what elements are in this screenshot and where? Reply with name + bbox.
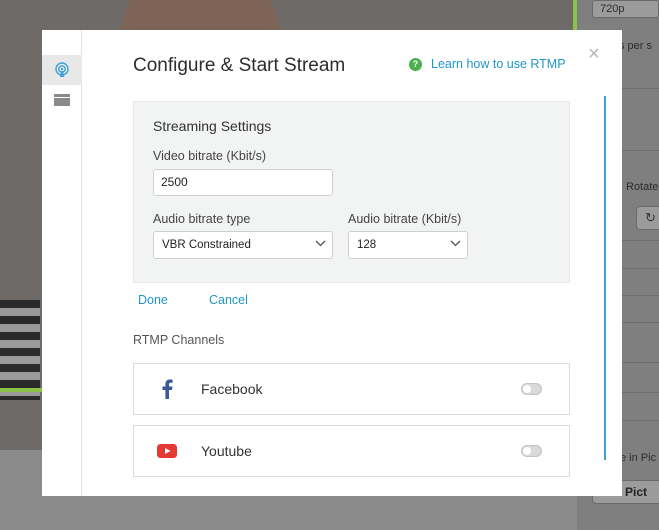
audio-bitrate-value: 128	[357, 239, 377, 251]
video-bitrate-label: Video bitrate (Kbit/s)	[153, 149, 267, 163]
rotate-icon: ↻	[645, 210, 656, 225]
question-circle-icon: ?	[409, 57, 422, 71]
dialog-title: Configure & Start Stream	[133, 55, 346, 76]
channel-name: Youtube	[201, 443, 252, 459]
sidebar-item-stream[interactable]	[42, 55, 82, 85]
per-sec-label: s per s	[619, 40, 653, 52]
facebook-icon	[154, 378, 180, 400]
video-bitrate-input[interactable]: 2500	[153, 169, 333, 196]
selection-border	[0, 388, 42, 392]
channel-name: Facebook	[201, 381, 263, 397]
rtmp-section-title: RTMP Channels	[133, 333, 225, 347]
chevron-down-icon	[450, 240, 461, 247]
youtube-toggle[interactable]	[521, 445, 542, 457]
channel-youtube: Youtube	[133, 425, 570, 477]
sidebar-item-media[interactable]	[42, 85, 82, 115]
audio-type-value: VBR Constrained	[162, 239, 251, 251]
done-button[interactable]: Done	[138, 293, 168, 307]
stream-dialog: Configure & Start Stream ? Learn how to …	[42, 30, 622, 496]
rotate-button[interactable]: ↻	[636, 206, 659, 230]
learn-rtmp-link[interactable]: ? Learn how to use RTMP	[409, 57, 566, 71]
film-icon	[54, 94, 70, 106]
chevron-down-icon	[315, 240, 326, 247]
scrollbar[interactable]	[604, 96, 606, 460]
rotate-label: Rotate	[626, 181, 659, 193]
streaming-settings-panel: Streaming Settings Video bitrate (Kbit/s…	[133, 101, 570, 283]
pip-label: e in Pic	[620, 452, 657, 464]
audio-type-select[interactable]: VBR Constrained	[153, 231, 333, 259]
learn-rtmp-label: Learn how to use RTMP	[431, 57, 566, 71]
close-icon[interactable]: ×	[588, 44, 600, 64]
audio-bitrate-select[interactable]: 128	[348, 231, 468, 259]
preview-shirt	[0, 300, 40, 400]
resolution-select[interactable]: 720p	[592, 0, 659, 18]
audio-bitrate-label: Audio bitrate (Kbit/s)	[348, 212, 462, 226]
dialog-sidebar	[42, 30, 82, 496]
facebook-toggle[interactable]	[521, 383, 542, 395]
cancel-button[interactable]: Cancel	[209, 293, 248, 307]
youtube-icon	[154, 440, 180, 462]
broadcast-icon	[55, 62, 69, 77]
audio-type-label: Audio bitrate type	[153, 212, 251, 226]
settings-title: Streaming Settings	[153, 118, 272, 134]
channel-facebook: Facebook	[133, 363, 570, 415]
